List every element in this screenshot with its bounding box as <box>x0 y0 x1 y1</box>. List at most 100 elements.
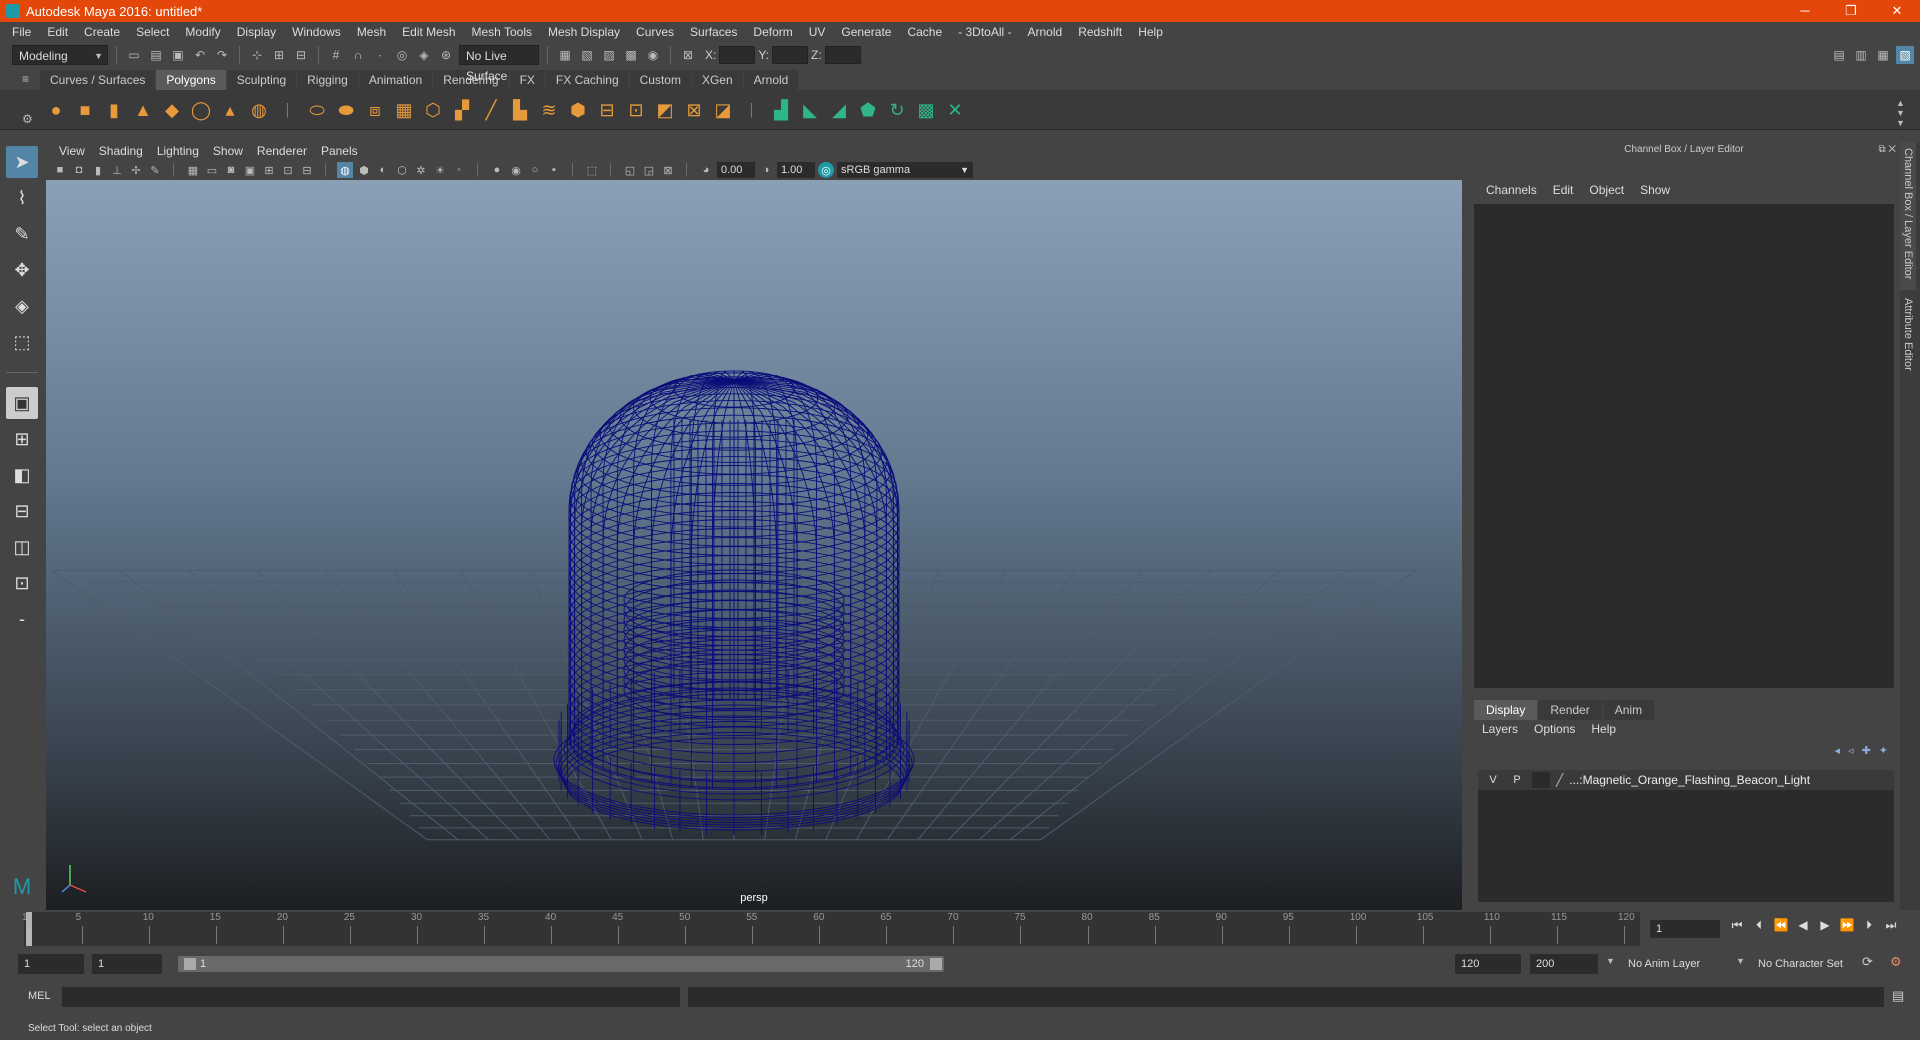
3d-scene[interactable]: persp <box>46 180 1462 910</box>
scale-tool-button[interactable]: ⬚ <box>6 326 38 358</box>
menu-mesh-tools[interactable]: Mesh Tools <box>464 25 540 39</box>
menu-create[interactable]: Create <box>76 25 128 39</box>
range-end-handle[interactable] <box>930 958 942 970</box>
select-tool-button[interactable]: ➤ <box>6 146 38 178</box>
menu-uv[interactable]: UV <box>801 25 834 39</box>
shelf-settings-icon[interactable]: ⚙ <box>22 112 33 126</box>
shelf-tab-arnold[interactable]: Arnold <box>743 70 799 90</box>
side-tab-attribute-editor[interactable]: Attribute Editor <box>1900 292 1916 382</box>
le-menu-options[interactable]: Options <box>1526 722 1583 736</box>
shelf-tab-fx-caching[interactable]: FX Caching <box>545 70 629 90</box>
vp-menu-shading[interactable]: Shading <box>92 144 150 158</box>
exposure-field[interactable]: 0.00 <box>717 162 755 178</box>
end-time-field[interactable]: 200 <box>1530 954 1598 974</box>
ipr-render-icon[interactable]: ▨ <box>600 46 618 64</box>
mirror-icon[interactable]: ⬡ <box>421 98 445 122</box>
new-layer-icon[interactable]: ✚ <box>1862 744 1871 757</box>
shelf-tab-curves-surfaces[interactable]: Curves / Surfaces <box>40 70 156 90</box>
vp-menu-lighting[interactable]: Lighting <box>150 144 206 158</box>
close-button[interactable]: ✕ <box>1874 0 1920 22</box>
persp-outliner-layout-button[interactable]: ◧ <box>6 459 38 491</box>
persp-vertical-layout-button[interactable]: ◫ <box>6 531 38 563</box>
shelf-tab-rigging[interactable]: Rigging <box>297 70 358 90</box>
shelf-scroll[interactable]: ▲ ▼ ▼ <box>1896 98 1905 128</box>
motion-blur-icon[interactable]: ◉ <box>508 162 524 178</box>
new-layer-selected-icon[interactable]: ✦ <box>1879 744 1888 757</box>
layer-row[interactable]: V P ╱ ...:Magnetic_Orange_Flashing_Beaco… <box>1478 770 1894 790</box>
poly-pyramid-icon[interactable]: ▴ <box>218 98 242 122</box>
smooth-shade-icon[interactable]: ⬢ <box>356 162 372 178</box>
open-scene-icon[interactable]: ▤ <box>147 46 165 64</box>
tool-settings-icon[interactable]: ▦ <box>1874 46 1892 64</box>
separate-icon[interactable]: ⬬ <box>334 98 358 122</box>
current-time-marker[interactable] <box>26 912 32 946</box>
render-settings-icon[interactable]: ▩ <box>622 46 640 64</box>
paint-select-tool-button[interactable]: ✎ <box>6 218 38 250</box>
select-camera-icon[interactable]: ■ <box>52 162 68 178</box>
restore-button[interactable]: ❐ <box>1828 0 1874 22</box>
go-to-start-icon[interactable]: ⏮ <box>1728 918 1746 933</box>
play-forwards-icon[interactable]: ▶ <box>1816 918 1834 933</box>
range-start-handle[interactable] <box>184 958 196 970</box>
playback-end-field[interactable]: 120 <box>1455 954 1521 974</box>
menu-edit[interactable]: Edit <box>39 25 76 39</box>
select-hierarchy-icon[interactable]: ⊹ <box>248 46 266 64</box>
lasso-tool-button[interactable]: ⌇ <box>6 182 38 214</box>
x-field[interactable] <box>719 46 756 64</box>
render-view-icon[interactable]: ▦ <box>556 46 574 64</box>
time-ruler[interactable]: 1 5 10 15 20 25 30 35 40 45 50 55 60 65 70 75 80 85 90 95 10… <box>22 912 1640 946</box>
boolean-icon[interactable]: ▞ <box>450 98 474 122</box>
y-field[interactable] <box>772 46 809 64</box>
poly-torus-icon[interactable]: ◯ <box>189 98 213 122</box>
xray-joints-icon[interactable]: ◱ <box>622 162 638 178</box>
rotate-tool-button[interactable]: ◈ <box>6 290 38 322</box>
vp-menu-renderer[interactable]: Renderer <box>250 144 314 158</box>
chevron-down-icon[interactable]: ▼ <box>1606 956 1615 966</box>
view-transform-dropdown[interactable]: sRGB gamma ▼ <box>837 162 973 178</box>
insert-edge-loop-icon[interactable]: ⊟ <box>595 98 619 122</box>
step-back-frame-icon[interactable]: ⏴ <box>1750 918 1768 933</box>
menu-curves[interactable]: Curves <box>628 25 682 39</box>
menu-deform[interactable]: Deform <box>745 25 800 39</box>
uv-editor-icon[interactable]: ✕ <box>943 98 967 122</box>
ambient-occlusion-icon[interactable]: ● <box>489 162 505 178</box>
field-chart-icon[interactable]: ⊞ <box>261 162 277 178</box>
layer-visibility-toggle[interactable]: V <box>1484 772 1502 788</box>
z-field[interactable] <box>824 46 861 64</box>
resolution-gate-icon[interactable]: ◙ <box>223 162 239 178</box>
save-scene-icon[interactable]: ▣ <box>169 46 187 64</box>
shelf-menu-icon[interactable]: ≡ <box>22 72 29 86</box>
fill-hole-icon[interactable]: ⊠ <box>682 98 706 122</box>
move-layer-down-icon[interactable]: ◃ <box>1848 744 1854 757</box>
poly-cylinder-icon[interactable]: ▮ <box>102 98 126 122</box>
anim-layer-dropdown[interactable]: No Anim Layer <box>1622 954 1738 974</box>
xray-active-icon[interactable]: ◲ <box>641 162 657 178</box>
safe-title-icon[interactable]: ⊟ <box>299 162 315 178</box>
persp-graph-layout-button[interactable]: ⊟ <box>6 495 38 527</box>
range-bar[interactable]: 1 120 <box>178 956 944 972</box>
new-scene-icon[interactable]: ▭ <box>125 46 143 64</box>
menu-select[interactable]: Select <box>128 25 177 39</box>
shelf-tab-sculpting[interactable]: Sculpting <box>226 70 297 90</box>
layout-expand-button[interactable]: - <box>6 603 38 635</box>
shelf-tab-polygons[interactable]: Polygons <box>156 70 226 90</box>
layer-tab-render[interactable]: Render <box>1538 700 1602 720</box>
extrude-icon[interactable]: ▙ <box>508 98 532 122</box>
layer-tab-display[interactable]: Display <box>1474 700 1538 720</box>
shelf-tab-custom[interactable]: Custom <box>629 70 691 90</box>
beacon-light-wireframe-mesh[interactable] <box>553 370 915 835</box>
menu-3dtoall[interactable]: - 3DtoAll - <box>950 25 1019 39</box>
cb-menu-show[interactable]: Show <box>1632 183 1678 197</box>
shelf-tab-animation[interactable]: Animation <box>358 70 433 90</box>
textured-icon[interactable]: ⬡ <box>394 162 410 178</box>
bridge-icon[interactable]: ≋ <box>537 98 561 122</box>
wireframe-on-shaded-icon[interactable]: ◐ <box>375 162 391 178</box>
poly-plane-icon[interactable]: ◆ <box>160 98 184 122</box>
camera-attributes-icon[interactable]: ◘ <box>71 162 87 178</box>
multi-cut-icon[interactable]: ╱ <box>479 98 503 122</box>
modeling-toolkit-icon[interactable]: ▤ <box>1830 46 1848 64</box>
bevel-icon[interactable]: ⬢ <box>566 98 590 122</box>
grease-pencil-icon[interactable]: ✎ <box>147 162 163 178</box>
merge-icon[interactable]: ◪ <box>711 98 735 122</box>
four-view-layout-button[interactable]: ⊞ <box>6 423 38 455</box>
